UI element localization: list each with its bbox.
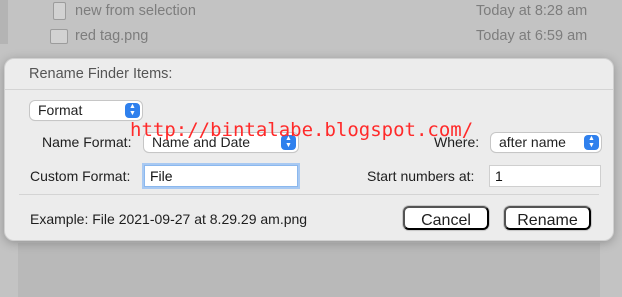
- rename-button[interactable]: Rename: [504, 206, 591, 230]
- start-numbers-label: Start numbers at:: [367, 168, 475, 184]
- example-text: Example: File 2021-09-27 at 8.29.29 am.p…: [30, 211, 308, 227]
- file-date: Today at 8:28 am: [476, 3, 588, 19]
- rename-mode-value: Format: [38, 102, 83, 118]
- image-file-icon: [50, 29, 68, 44]
- rename-mode-popup[interactable]: Format ▲ ▼: [30, 101, 142, 120]
- start-numbers-field[interactable]: [489, 165, 601, 187]
- divider: [19, 194, 599, 195]
- cancel-button[interactable]: Cancel: [403, 206, 489, 230]
- where-popup[interactable]: after name ▲ ▼: [491, 133, 601, 152]
- dialog-title: Rename Finder Items:: [29, 66, 173, 82]
- file-row[interactable]: new from selection Today at 8:28 am: [0, 0, 622, 24]
- file-date: Today at 6:59 am: [476, 28, 588, 44]
- chevron-up-down-icon: ▲ ▼: [584, 135, 599, 150]
- file-name: red tag.png: [75, 28, 149, 44]
- rename-dialog: Rename Finder Items: Format ▲ ▼ Name Form…: [4, 58, 614, 241]
- file-name: new from selection: [75, 3, 196, 19]
- chevron-up-down-icon: ▲ ▼: [125, 103, 140, 118]
- finder-content-area: [18, 243, 600, 297]
- file-row[interactable]: red tag.png Today at 6:59 am: [0, 25, 622, 49]
- watermark-url: http://bintalabe.blogspot.com/: [130, 119, 474, 141]
- name-format-label: Name Format:: [42, 134, 132, 150]
- where-value: after name: [499, 134, 566, 150]
- divider: [5, 89, 613, 90]
- custom-format-label: Custom Format:: [30, 168, 131, 184]
- custom-format-field[interactable]: [144, 165, 298, 187]
- document-icon: [53, 2, 66, 20]
